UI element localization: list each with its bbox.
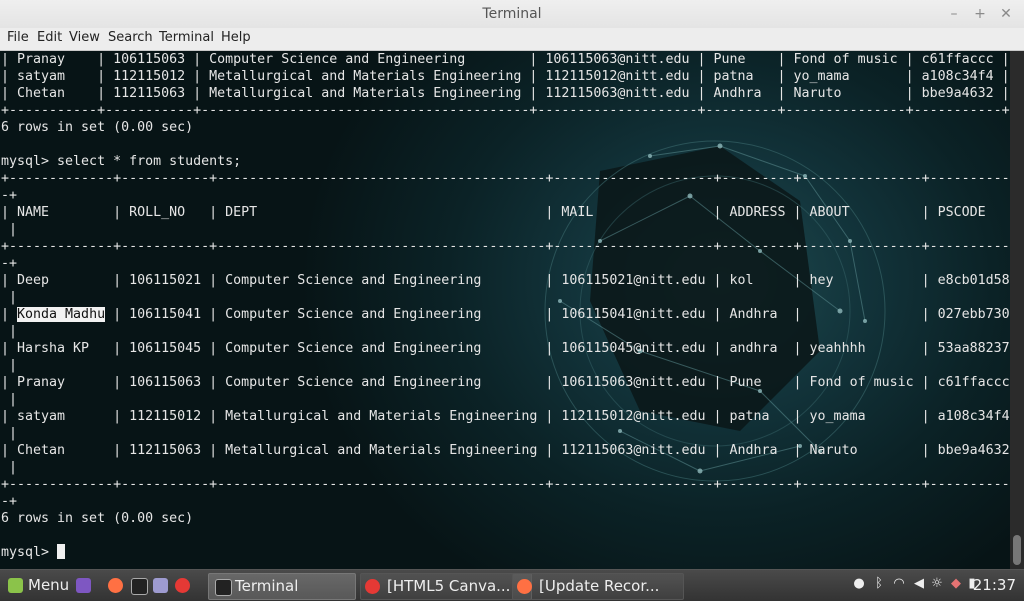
minimize-icon[interactable]: – (944, 4, 964, 24)
volume-icon[interactable]: ◀ (912, 577, 926, 591)
clock[interactable]: 21:37 (973, 573, 1016, 598)
terminal-window-icon (215, 579, 232, 596)
start-menu-button[interactable]: Menu (6, 573, 72, 598)
bluetooth-icon[interactable]: ᛒ (872, 577, 886, 591)
selected-text: Konda Madhu (17, 307, 106, 322)
terminal-output[interactable]: | Pranay | 106115063 | Computer Science … (0, 51, 1010, 569)
menu-search[interactable]: Search (108, 30, 153, 45)
menu-edit[interactable]: Edit (37, 30, 62, 45)
menu-bar: File Edit View Search Terminal Help (0, 28, 1024, 51)
scrollbar-thumb[interactable] (1013, 535, 1021, 565)
taskbar-window-label: Terminal (235, 577, 299, 595)
shield-icon[interactable]: ◆ (949, 577, 963, 591)
start-menu-label: Menu (28, 576, 70, 594)
menu-help[interactable]: Help (221, 30, 251, 45)
menu-terminal[interactable]: Terminal (159, 30, 214, 45)
close-icon[interactable]: ✕ (996, 4, 1016, 24)
brightness-icon[interactable]: ☼ (930, 577, 944, 591)
taskbar-window-html5[interactable]: [HTML5 Canva... (360, 573, 532, 600)
taskbar-window-update[interactable]: [Update Recor... (512, 573, 684, 600)
window-title: Terminal (482, 6, 542, 22)
menu-file[interactable]: File (7, 30, 29, 45)
taskbar-window-terminal[interactable]: Terminal (208, 573, 356, 600)
user-icon[interactable]: ● (852, 577, 866, 591)
window-titlebar[interactable]: Terminal – + ✕ (0, 0, 1024, 29)
show-desktop-icon[interactable] (76, 578, 91, 593)
text-cursor (57, 544, 66, 559)
mint-logo-icon (8, 578, 23, 593)
firefox-window-icon (517, 579, 532, 594)
wifi-icon[interactable]: ◠ (892, 577, 906, 591)
files-icon[interactable] (153, 578, 168, 593)
terminal-scrollbar[interactable] (1010, 51, 1024, 569)
menu-view[interactable]: View (69, 30, 100, 45)
maximize-icon[interactable]: + (970, 4, 990, 24)
chrome-window-icon (365, 579, 380, 594)
chrome-icon[interactable] (175, 578, 190, 593)
taskbar-window-label: [HTML5 Canva... (387, 577, 511, 595)
terminal-launcher-icon[interactable] (131, 578, 148, 595)
taskbar: Menu Terminal [HTML5 Canva... [Update Re… (0, 569, 1024, 601)
terminal-text: | Pranay | 106115063 | Computer Science … (1, 52, 1010, 560)
taskbar-window-label: [Update Recor... (539, 577, 660, 595)
firefox-icon[interactable] (108, 578, 123, 593)
